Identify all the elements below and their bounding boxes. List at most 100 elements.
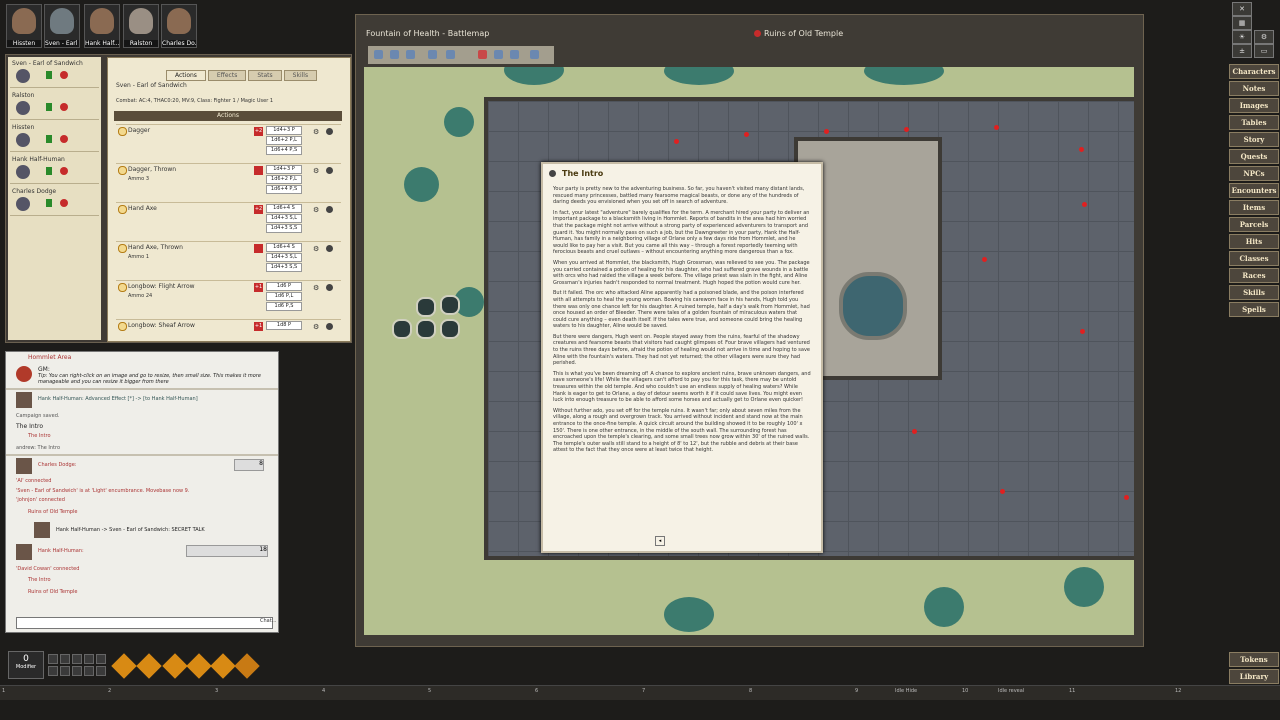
ct-entry-hank[interactable]: Hank Half-Human: [10, 155, 99, 184]
weapon-toggle-icon[interactable]: [118, 283, 127, 292]
mod-button[interactable]: [48, 654, 58, 664]
weapon-toggle-icon[interactable]: [118, 166, 127, 175]
shortcut-icon[interactable]: [530, 50, 539, 59]
party-portrait-sven[interactable]: Sven - Earl ...: [44, 4, 80, 48]
menu-icon[interactable]: [326, 128, 333, 135]
sidebar-tokens[interactable]: Tokens: [1229, 652, 1279, 667]
sidebar-spells[interactable]: Spells: [1229, 302, 1279, 317]
hotkey-slot[interactable]: 12: [1175, 688, 1181, 694]
menu-icon[interactable]: [326, 167, 333, 174]
weapon-row[interactable]: Hand Axe, Thrown Ammo 1 1d6+4 S 1d4+3 S,…: [116, 241, 341, 280]
gear-icon[interactable]: ⚙: [313, 206, 319, 214]
damage-dice[interactable]: 1d6+2 P,L: [266, 175, 302, 184]
weapon-row[interactable]: Hand Axe +2 1d6+4 S 1d4+3 S,L 1d4+3 S,S …: [116, 202, 341, 241]
player-token[interactable]: [440, 295, 460, 315]
sidebar-images[interactable]: Images: [1229, 98, 1279, 113]
party-portrait-ralston[interactable]: Ralston: [123, 4, 159, 48]
hotkey-slot[interactable]: 4: [322, 688, 325, 694]
weapon-toggle-icon[interactable]: [118, 127, 127, 136]
chat-input[interactable]: [16, 617, 273, 629]
damage-dice[interactable]: 1d4+3 S,S: [266, 263, 302, 272]
menu-icon[interactable]: [326, 284, 333, 291]
hotkey-label[interactable]: Idle reveal: [998, 688, 1024, 694]
mod-button[interactable]: [96, 666, 106, 676]
weapon-row[interactable]: Dagger, Thrown Ammo 3 1d4+3 P 1d6+2 P,L …: [116, 163, 341, 202]
gear-icon[interactable]: ⚙: [313, 128, 319, 136]
layout-icon[interactable]: ▭: [1254, 44, 1274, 58]
d12-icon[interactable]: [210, 653, 236, 679]
mod-button[interactable]: [96, 654, 106, 664]
menu-icon[interactable]: [326, 323, 333, 330]
map-pin-icon[interactable]: [1080, 329, 1085, 334]
map-pin-icon[interactable]: [904, 127, 909, 132]
chat-send-button[interactable]: Chat...: [260, 618, 276, 624]
grid-icon[interactable]: [428, 50, 437, 59]
mod-button[interactable]: [60, 666, 70, 676]
tab-effects[interactable]: Effects: [207, 70, 247, 81]
tab-stats[interactable]: Stats: [248, 70, 282, 81]
gear-icon[interactable]: ⚙: [313, 323, 319, 331]
menu-icon[interactable]: [326, 206, 333, 213]
sidebar-characters[interactable]: Characters: [1229, 64, 1279, 79]
tab-actions[interactable]: Actions: [166, 70, 206, 81]
player-token[interactable]: [440, 319, 460, 339]
sidebar-tables[interactable]: Tables: [1229, 115, 1279, 130]
hotkey-slot[interactable]: 10: [962, 688, 968, 694]
attack-bonus[interactable]: +2: [254, 205, 263, 214]
weapon-row[interactable]: Longbow: Sheaf Arrow +1 1d8 P ⚙: [116, 319, 341, 340]
hotkey-slot[interactable]: 6: [535, 688, 538, 694]
mod-button[interactable]: [84, 654, 94, 664]
party-portrait-charles[interactable]: Charles Do...: [161, 4, 197, 48]
share-icon[interactable]: ◂: [655, 536, 665, 546]
map-pin-icon[interactable]: [994, 125, 999, 130]
damage-dice[interactable]: 1d4+3 S,L: [266, 253, 302, 262]
map-pin-icon[interactable]: [744, 132, 749, 137]
sidebar-encounters[interactable]: Encounters: [1229, 183, 1279, 198]
draw-icon[interactable]: [390, 50, 399, 59]
damage-dice[interactable]: 1d6+4 S: [266, 243, 302, 252]
options-icon[interactable]: ▦: [1232, 16, 1252, 30]
close-icon[interactable]: ✕: [1232, 2, 1252, 16]
hotkey-slot[interactable]: 2: [108, 688, 111, 694]
damage-dice[interactable]: 1d6 P,L: [266, 292, 302, 301]
damage-dice[interactable]: 1d4+3 P: [266, 165, 302, 174]
attack-bonus[interactable]: [254, 244, 263, 253]
hotkey-slot[interactable]: 11: [1069, 688, 1075, 694]
weapon-row[interactable]: Dagger +2 1d4+3 P 1d6+2 P,L 1d6+4 P,S ⚙: [116, 124, 341, 163]
player-token[interactable]: [416, 319, 436, 339]
damage-dice[interactable]: 1d4+3 P: [266, 126, 302, 135]
lighting-icon[interactable]: ☀: [1232, 30, 1252, 44]
damage-dice[interactable]: 1d4+3 S,S: [266, 224, 302, 233]
ct-entry-charles[interactable]: Charles Dodge: [10, 187, 99, 216]
map-pin-icon[interactable]: [1082, 202, 1087, 207]
party-portrait-hissten[interactable]: Hissten: [6, 4, 42, 48]
ct-entry-sven[interactable]: Sven - Earl of Sandwich: [10, 59, 99, 88]
map-pin-icon[interactable]: [1079, 147, 1084, 152]
weapon-toggle-icon[interactable]: [118, 244, 127, 253]
damage-dice[interactable]: 1d8 P: [266, 321, 302, 330]
mod-button[interactable]: [84, 666, 94, 676]
ammo-count[interactable]: 1: [146, 254, 149, 260]
damage-dice[interactable]: 1d4+3 S,L: [266, 214, 302, 223]
gear-icon[interactable]: ⚙: [313, 167, 319, 175]
pointer-icon[interactable]: [374, 50, 383, 59]
hotkey-slot[interactable]: 8: [749, 688, 752, 694]
sidebar-npcs[interactable]: NPCs: [1229, 166, 1279, 181]
sidebar-quests[interactable]: Quests: [1229, 149, 1279, 164]
eye-icon[interactable]: [446, 50, 455, 59]
map-pin-icon[interactable]: [824, 129, 829, 134]
party-portrait-hank[interactable]: Hank Half...: [84, 4, 120, 48]
menu-icon[interactable]: [326, 245, 333, 252]
mod-button[interactable]: [48, 666, 58, 676]
mask-icon[interactable]: [478, 50, 487, 59]
attack-bonus[interactable]: +1: [254, 283, 263, 292]
attack-bonus[interactable]: +1: [254, 322, 263, 331]
weapon-toggle-icon[interactable]: [118, 205, 127, 214]
damage-dice[interactable]: 1d6+4 P,S: [266, 146, 302, 155]
weapon-toggle-icon[interactable]: [118, 322, 127, 331]
sidebar-skills[interactable]: Skills: [1229, 285, 1279, 300]
mod-button[interactable]: [72, 654, 82, 664]
sidebar-items[interactable]: Items: [1229, 200, 1279, 215]
d4-icon[interactable]: [111, 653, 137, 679]
player-token[interactable]: [416, 297, 436, 317]
